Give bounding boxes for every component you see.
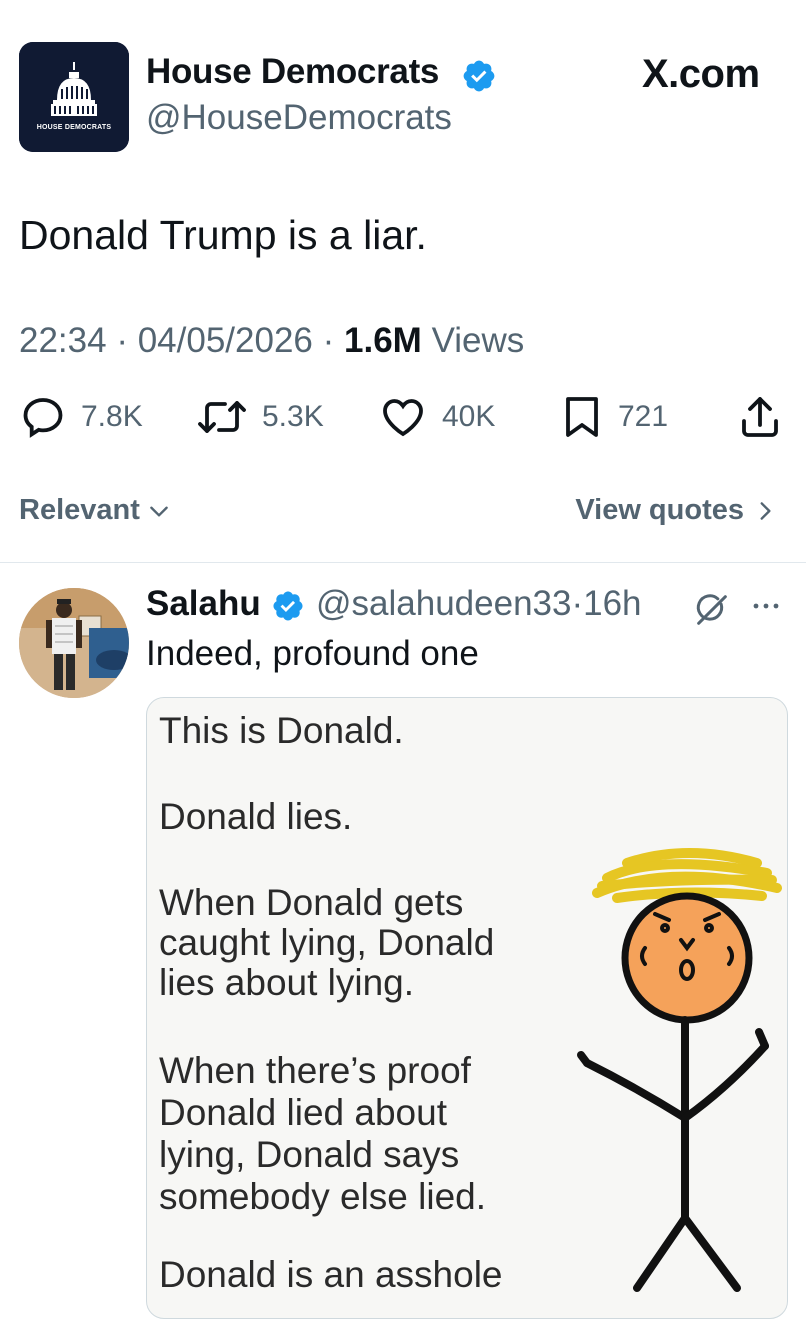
meme-text-line: This is Donald. <box>159 710 404 751</box>
views-label: Views <box>431 321 525 360</box>
repost-count: 5.3K <box>262 400 324 433</box>
grok-icon[interactable] <box>692 590 732 630</box>
share-icon <box>742 397 778 437</box>
person-photo-icon <box>19 588 129 698</box>
meme-text-line: Donald is an asshole <box>159 1254 503 1295</box>
sort-label: Relevant <box>19 494 140 526</box>
bookmark-button[interactable]: 721 <box>560 392 668 442</box>
views-count: 1.6M <box>344 321 422 360</box>
author-name[interactable]: House Democrats <box>146 52 439 92</box>
site-badge: X.com <box>642 52 760 96</box>
share-button[interactable] <box>738 392 782 442</box>
view-quotes-label: View quotes <box>575 494 744 526</box>
meme-text-line: When Donald gets <box>159 882 464 923</box>
like-button[interactable]: 40K <box>378 392 495 442</box>
view-quotes-link[interactable]: View quotes <box>575 494 778 527</box>
chevron-down-icon <box>150 506 168 517</box>
author-avatar[interactable]: HOUSE DEMOCRATS <box>19 42 129 152</box>
verified-badge-icon <box>463 60 495 92</box>
reply-button[interactable]: 7.8K <box>19 392 143 442</box>
tweet-time[interactable]: 22:34 <box>19 321 107 360</box>
reply-meta: @salahudeen33·16h <box>316 584 642 624</box>
section-divider <box>0 562 806 563</box>
tweet-meta: 22:34 · 04/05/2026 · 1.6M Views <box>19 321 524 361</box>
heart-icon <box>383 399 423 437</box>
reply-time[interactable]: 16h <box>583 584 641 623</box>
meme-text-line: caught lying, Donald <box>159 922 495 963</box>
reply-count: 7.8K <box>81 400 143 433</box>
sort-dropdown[interactable]: Relevant <box>19 494 172 527</box>
meme-text-line: When there’s proof <box>159 1050 471 1091</box>
author-handle[interactable]: @HouseDemocrats <box>146 98 452 138</box>
media-image[interactable]: This is Donald. Donald lies. When Donald… <box>146 697 788 1319</box>
more-dots-icon[interactable] <box>750 594 782 618</box>
stick-figure-drawing-icon <box>577 848 782 1292</box>
meme-text-line: lying, Donald says <box>159 1134 460 1175</box>
bookmark-icon <box>566 397 598 437</box>
meme-text-line: somebody else lied. <box>159 1176 487 1217</box>
reply-author-name[interactable]: Salahu <box>146 584 261 624</box>
reply-author-handle[interactable]: @salahudeen33 <box>316 584 571 623</box>
repost-arrows-icon <box>198 401 246 433</box>
bookmark-count: 721 <box>618 400 669 433</box>
meme-text-line: Donald lied about <box>159 1092 447 1133</box>
reply-bubble-icon <box>23 398 63 438</box>
like-count: 40K <box>442 400 496 433</box>
reply-avatar[interactable] <box>19 588 129 698</box>
chevron-right-icon <box>760 501 771 520</box>
tweet-date[interactable]: 04/05/2026 <box>138 321 313 360</box>
tweet-text: Donald Trump is a liar. <box>19 212 427 258</box>
repost-button[interactable]: 5.3K <box>196 392 324 442</box>
verified-badge-icon <box>273 591 303 621</box>
meta-separator: · <box>322 321 335 360</box>
reply-text: Indeed, profound one <box>146 634 479 673</box>
meme-text-line: Donald lies. <box>159 796 353 837</box>
meta-separator: · <box>116 321 128 360</box>
avatar-caption: HOUSE DEMOCRATS <box>36 124 112 131</box>
capitol-logo-icon <box>19 42 129 152</box>
meme-text-line: lies about lying. <box>159 962 415 1003</box>
meta-separator: · <box>571 584 584 623</box>
